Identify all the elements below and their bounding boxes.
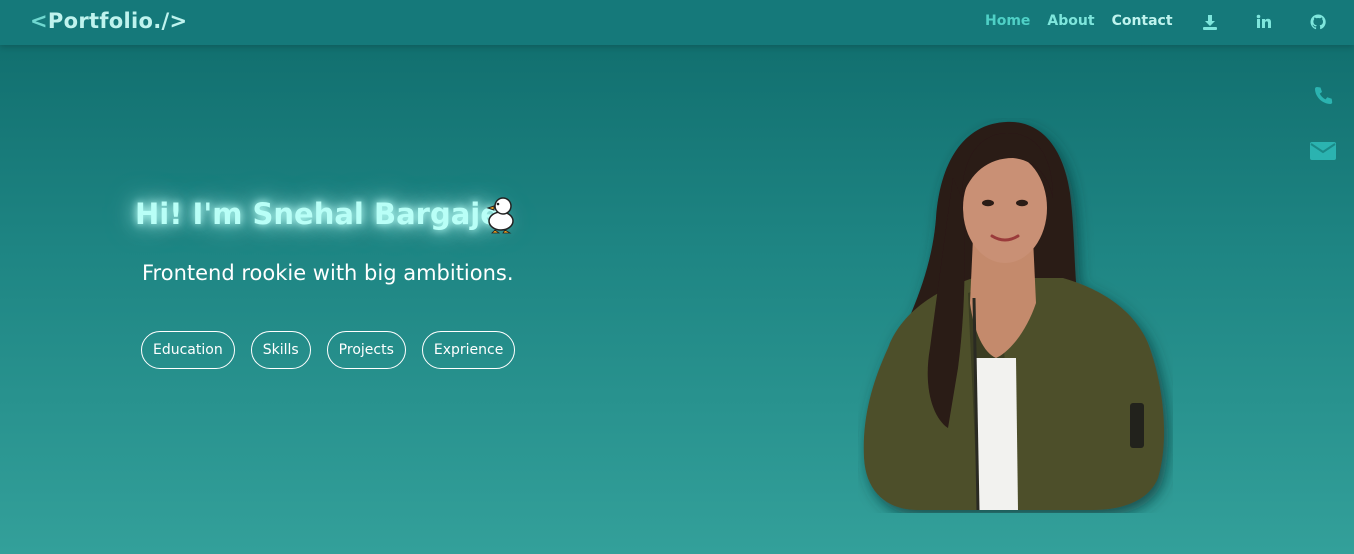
logo-open-bracket: < — [30, 9, 48, 33]
profile-photo — [858, 118, 1173, 513]
nav-link-contact[interactable]: Contact — [1112, 13, 1173, 29]
tag-skills[interactable]: Skills — [250, 331, 311, 369]
nav-links: Home About Contact — [985, 13, 1173, 29]
section-tags: Education Skills Projects Exprience — [141, 331, 516, 369]
hero-subtitle: Frontend rookie with big ambitions. — [142, 261, 514, 285]
logo[interactable]: <Portfolio./> — [30, 9, 187, 33]
hero-title: Hi! I'm Snehal Bargaje. — [135, 197, 511, 231]
linkedin-icon[interactable] — [1255, 13, 1273, 31]
tag-experience[interactable]: Exprience — [421, 331, 516, 369]
tag-education[interactable]: Education — [141, 331, 235, 369]
nav-link-home[interactable]: Home — [985, 13, 1030, 29]
github-icon[interactable] — [1309, 13, 1327, 31]
phone-icon[interactable] — [1312, 85, 1334, 107]
download-icon[interactable] — [1201, 13, 1219, 31]
navbar: <Portfolio./> Home About Contact — [0, 0, 1354, 45]
duck-icon — [486, 193, 518, 235]
tag-projects[interactable]: Projects — [326, 331, 406, 369]
nav-link-about[interactable]: About — [1047, 13, 1094, 29]
logo-text: Portfolio. — [47, 9, 162, 33]
mail-icon[interactable] — [1310, 141, 1336, 161]
logo-close-bracket: /> — [161, 9, 188, 33]
